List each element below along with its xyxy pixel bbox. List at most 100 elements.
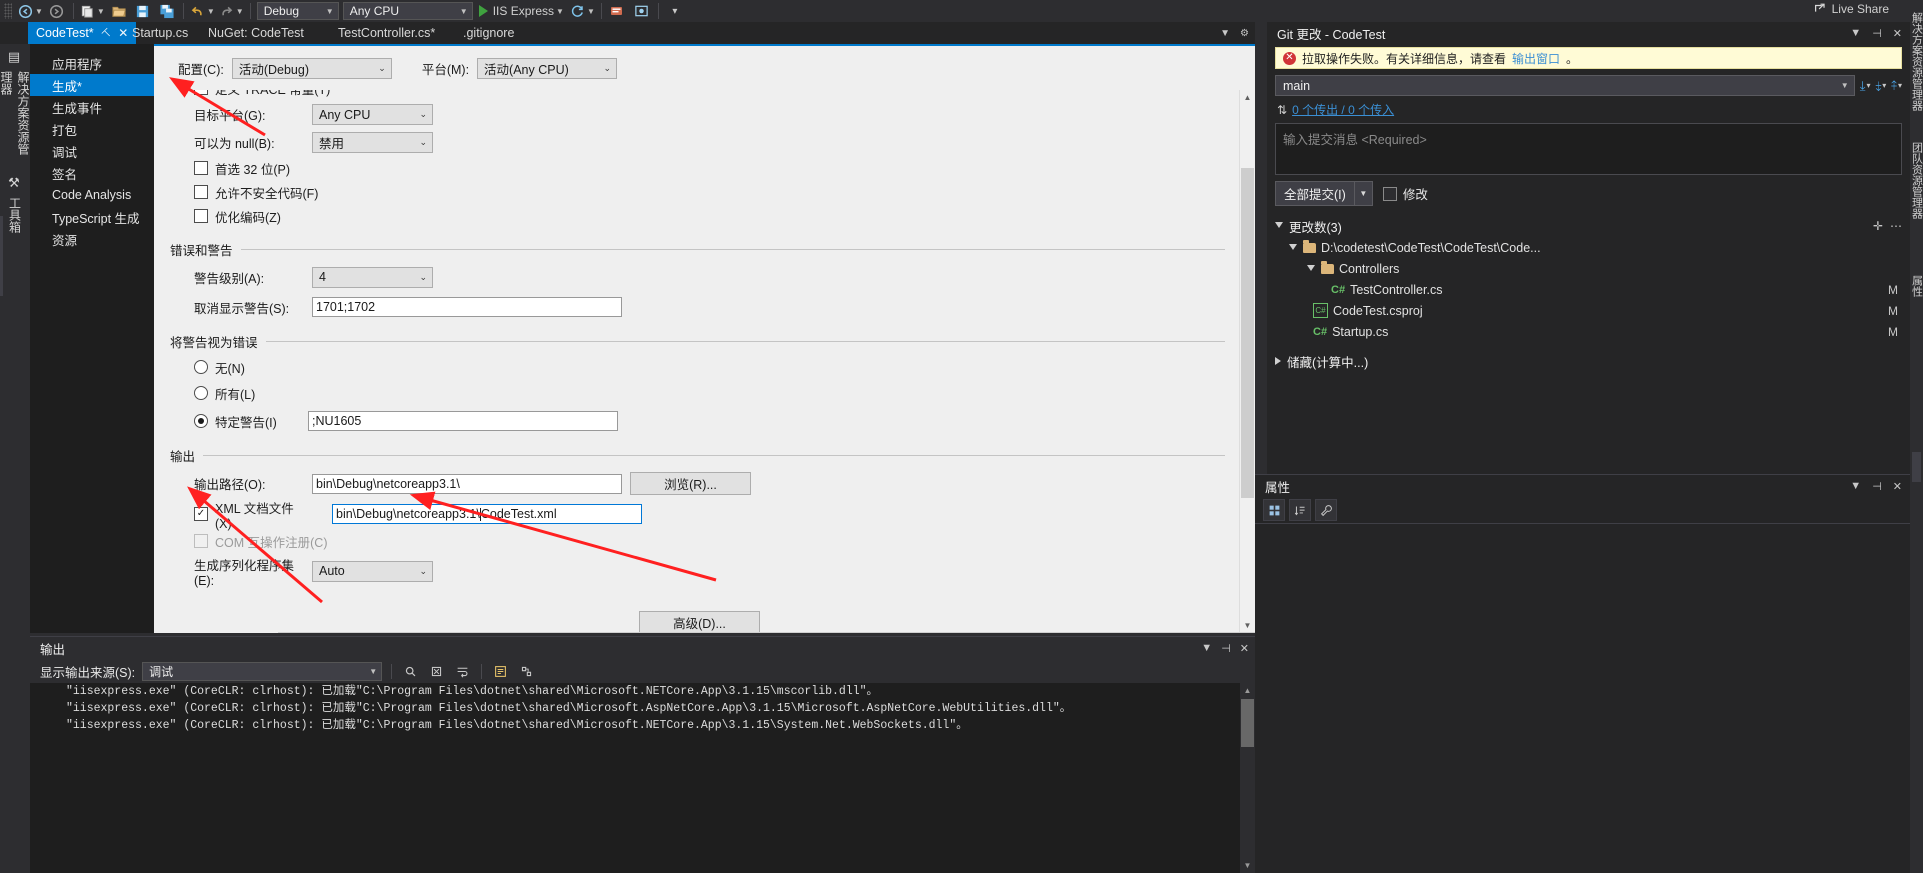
pin-icon[interactable]: ⊢ xyxy=(98,25,114,41)
output-vertical-scrollbar[interactable]: ▲ ▼ xyxy=(1240,683,1255,873)
chevron-down-icon[interactable]: ▼ xyxy=(587,7,595,16)
find-message-icon[interactable] xyxy=(401,662,420,681)
warning-level-dropdown[interactable]: 4 ⌄ xyxy=(312,267,433,288)
close-icon[interactable]: ✕ xyxy=(1893,27,1902,40)
toggle-wordwrap-icon[interactable] xyxy=(453,662,472,681)
chevron-down-icon[interactable]: ▼ xyxy=(207,7,215,16)
wae-none-radio[interactable] xyxy=(194,360,208,374)
tab-startup-cs[interactable]: Startup.cs xyxy=(124,22,196,44)
undo-button[interactable]: ▼ xyxy=(188,1,217,21)
tree-row-root-folder[interactable]: D:\codetest\CodeTest\CodeTest\Code... xyxy=(1267,237,1910,258)
properties-nav-package[interactable]: 打包 xyxy=(30,118,154,140)
amend-checkbox[interactable] xyxy=(1383,187,1397,201)
save-button[interactable] xyxy=(131,1,155,21)
xml-doc-input[interactable]: bin\Debug\netcoreapp3.1\CodeTest.xml xyxy=(332,504,642,524)
toolbar-grip[interactable] xyxy=(4,3,12,19)
chevron-down-icon[interactable]: ▼ xyxy=(97,7,105,16)
define-trace-row[interactable]: ✓ 定义 TRACE 常量(T) xyxy=(154,90,1255,100)
chevron-down-icon[interactable]: ▼ xyxy=(1850,480,1861,492)
navigate-forward-button[interactable] xyxy=(45,1,69,21)
toolbar-tool-b-button[interactable] xyxy=(630,1,654,21)
wae-all-radio[interactable] xyxy=(194,386,208,400)
allow-unsafe-code-row[interactable]: 允许不安全代码(F) xyxy=(154,180,1255,204)
scroll-up-icon[interactable]: ▲ xyxy=(1240,683,1255,698)
prefer-32bit-checkbox[interactable] xyxy=(194,161,208,175)
new-project-button[interactable]: ▼ xyxy=(78,1,107,21)
properties-nav-typescript-build[interactable]: TypeScript 生成 xyxy=(30,206,154,228)
define-trace-checkbox[interactable]: ✓ xyxy=(194,90,208,95)
open-file-button[interactable] xyxy=(107,1,131,21)
optimize-code-row[interactable]: 优化编码(Z) xyxy=(154,204,1255,228)
close-icon[interactable]: ✕ xyxy=(1893,480,1902,493)
platform-dropdown[interactable]: 活动(Any CPU) ⌄ xyxy=(477,58,617,79)
chevron-down-icon[interactable]: ▼ xyxy=(556,7,564,16)
properties-nav-signing[interactable]: 签名 xyxy=(30,162,154,184)
properties-nav-application[interactable]: 应用程序 xyxy=(30,52,154,74)
close-icon[interactable]: ✕ xyxy=(1240,642,1249,655)
solution-platform-dropdown[interactable]: Any CPU ▼ xyxy=(343,2,473,20)
optimize-code-checkbox[interactable] xyxy=(194,209,208,223)
clear-all-icon[interactable] xyxy=(427,662,446,681)
wae-specific-row[interactable]: 特定警告(I) ;NU1605 xyxy=(154,406,1255,436)
right-dock-team-explorer-tab[interactable]: 团队资源管理器 xyxy=(1910,128,1923,233)
properties-nav-code-analysis[interactable]: Code Analysis xyxy=(30,184,154,206)
stash-section-header[interactable]: 储藏(计算中...) xyxy=(1267,350,1910,372)
properties-nav-resources[interactable]: 资源 xyxy=(30,228,154,250)
pin-icon[interactable]: ⊣ xyxy=(1872,27,1882,40)
wae-specific-input[interactable]: ;NU1605 xyxy=(308,411,618,431)
toolbar-tool-a-button[interactable] xyxy=(606,1,630,21)
tab-nuget-codetest[interactable]: NuGet: CodeTest xyxy=(200,22,312,44)
stage-all-icon[interactable]: ✛ xyxy=(1873,219,1883,233)
expand-triangle-icon[interactable] xyxy=(1307,265,1315,271)
target-platform-dropdown[interactable]: Any CPU ⌄ xyxy=(312,104,433,125)
properties-wrench-icon[interactable] xyxy=(1315,499,1337,521)
collapse-triangle-icon[interactable] xyxy=(1275,357,1281,365)
tree-row-controllers-folder[interactable]: Controllers xyxy=(1267,258,1910,279)
properties-nav-build[interactable]: 生成* xyxy=(30,74,154,96)
sidebar-item-toolbox[interactable]: ⚒ 工具箱 xyxy=(0,170,30,238)
chevron-down-icon[interactable]: ▼ xyxy=(1850,27,1861,39)
redo-button[interactable]: ▼ xyxy=(217,1,246,21)
show-output-from-icon[interactable] xyxy=(491,662,510,681)
toolbar-overflow-button[interactable]: ▾ xyxy=(663,1,687,21)
right-dock-solution-explorer-tab[interactable]: 解决方案资源管理器 xyxy=(1910,6,1923,116)
properties-nav-build-events[interactable]: 生成事件 xyxy=(30,96,154,118)
navigate-backward-button[interactable]: ▼ xyxy=(16,1,45,21)
output-source-dropdown[interactable]: 调试 ▼ xyxy=(142,662,382,681)
properties-nav-debug[interactable]: 调试 xyxy=(30,140,154,162)
allow-unsafe-code-checkbox[interactable] xyxy=(194,185,208,199)
tab-list-chevron-icon[interactable]: ▼ xyxy=(1220,28,1230,39)
go-to-message-icon[interactable] xyxy=(517,662,536,681)
scroll-down-icon[interactable]: ▼ xyxy=(1240,858,1255,873)
suppress-warnings-input[interactable]: 1701;1702 xyxy=(312,297,622,317)
git-sync-status[interactable]: 0 个传出 / 0 个传入 xyxy=(1292,101,1394,118)
right-dock-properties-tab[interactable]: 属性 xyxy=(1910,246,1923,326)
output-window-link[interactable]: 输出窗口 xyxy=(1512,50,1560,67)
categorized-view-icon[interactable] xyxy=(1263,499,1285,521)
xml-doc-checkbox-group[interactable]: ✓ XML 文档文件(X) xyxy=(178,498,306,531)
push-icon[interactable]: ⤉▾ xyxy=(1891,78,1902,94)
changes-section-header[interactable]: 更改数(3) ✛ ⋯ xyxy=(1267,215,1910,237)
scrollbar-thumb[interactable] xyxy=(1241,168,1254,498)
tab-gitignore[interactable]: .gitignore xyxy=(455,22,522,44)
wae-all-row[interactable]: 所有(L) xyxy=(154,380,1255,406)
table-row[interactable]: C# Startup.cs M xyxy=(1267,321,1910,342)
advanced-button[interactable]: 高级(D)... xyxy=(639,611,760,633)
fetch-icon[interactable]: ⤓▾ xyxy=(1860,78,1871,94)
commit-message-input[interactable]: 输入提交消息 <Required> xyxy=(1275,123,1902,175)
solution-configuration-dropdown[interactable]: Debug ▼ xyxy=(257,2,339,20)
tab-settings-gear-icon[interactable]: ⚙ xyxy=(1240,28,1249,39)
xml-doc-checkbox[interactable]: ✓ xyxy=(194,507,208,521)
alphabetical-sort-icon[interactable] xyxy=(1289,499,1311,521)
sidebar-item-solution-explorer[interactable]: ▤ 解决方案资源管理器 xyxy=(0,44,30,164)
serialization-assembly-dropdown[interactable]: Auto ⌄ xyxy=(312,561,433,582)
wae-none-row[interactable]: 无(N) xyxy=(154,354,1255,380)
amend-checkbox-row[interactable]: 修改 xyxy=(1383,184,1428,203)
pin-icon[interactable]: ⊣ xyxy=(1872,480,1882,493)
browse-button[interactable]: 浏览(R)... xyxy=(630,472,751,495)
output-path-input[interactable]: bin\Debug\netcoreapp3.1\ xyxy=(312,474,622,494)
properties-vertical-scrollbar[interactable]: ▲ ▼ xyxy=(1239,90,1255,633)
scroll-down-icon[interactable]: ▼ xyxy=(1240,618,1255,633)
tab-testcontroller-cs[interactable]: TestController.cs* xyxy=(330,22,443,44)
commit-all-button[interactable]: 全部提交(I) xyxy=(1275,181,1355,206)
